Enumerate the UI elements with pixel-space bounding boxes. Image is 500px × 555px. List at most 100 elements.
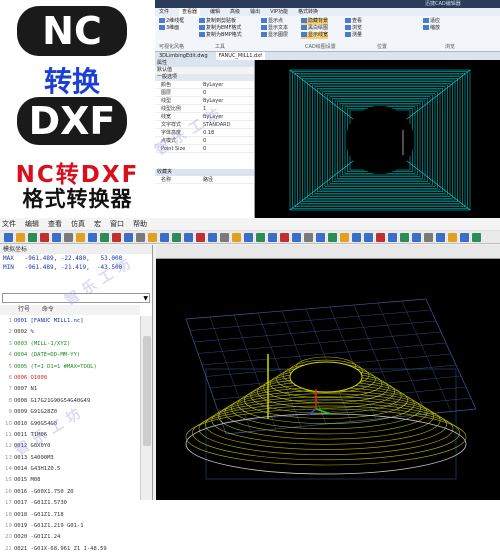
shaded-3d-button[interactable]: 3维面 <box>159 25 184 32</box>
toolbar-button[interactable] <box>16 233 25 242</box>
toolbar-button[interactable] <box>412 233 421 242</box>
toolbar-button[interactable] <box>160 233 169 242</box>
code-line[interactable]: 3 O003 (MILL-1/XYZ) <box>0 339 140 350</box>
code-line[interactable]: 21 O021 -G01X-68.961 Z1 J-48.59 <box>0 544 140 555</box>
code-line[interactable]: 16 O016 -G00X1.750 Z0 <box>0 487 140 498</box>
copy-emf-button[interactable]: 复制为EMF格式 <box>199 25 242 32</box>
copy-bmp-button[interactable]: 复制为BMP格式 <box>199 32 242 39</box>
toolbar-button[interactable] <box>28 233 37 242</box>
toolbar-button[interactable] <box>124 233 133 242</box>
show-points-button[interactable]: 显示点 <box>261 18 288 25</box>
menu-window[interactable]: 窗口 <box>110 218 124 230</box>
toolbar-button[interactable] <box>52 233 61 242</box>
measure-button[interactable]: 测量 <box>345 32 362 39</box>
property-row[interactable]: 字体高度 0.18 <box>155 129 254 137</box>
fit-button[interactable]: 适应 <box>423 18 440 25</box>
toolbar-button[interactable] <box>184 233 193 242</box>
code-line[interactable]: 9 O009 G91G28Z0 <box>0 407 140 418</box>
code-line[interactable]: 18 O018 -G01Z1.718 <box>0 510 140 521</box>
menu-simulate[interactable]: 仿真 <box>71 218 85 230</box>
view-button[interactable]: 查看 <box>345 18 362 25</box>
toolbar-button[interactable] <box>232 233 241 242</box>
property-row[interactable]: 颜色 ByLayer <box>155 81 254 89</box>
code-line[interactable]: 14 O014 G43H1Z0.5 <box>0 464 140 475</box>
tab-viewer[interactable]: 查看器 <box>179 8 201 16</box>
menu-help[interactable]: 帮助 <box>133 218 147 230</box>
tab-output[interactable]: 输出 <box>250 8 260 16</box>
property-row[interactable]: 线型 ByLayer <box>155 97 254 105</box>
file-tab-dxf[interactable]: FANUC_MILL1.dxf <box>215 52 265 60</box>
toolbar-button[interactable] <box>460 233 469 242</box>
toolbar-button[interactable] <box>364 233 373 242</box>
toolbar-button[interactable] <box>400 233 409 242</box>
copy-clipboard-button[interactable]: 复制到剪贴板 <box>199 18 242 25</box>
toolbar-button[interactable] <box>100 233 109 242</box>
toolbar-button[interactable] <box>340 233 349 242</box>
toolbar-button[interactable] <box>388 233 397 242</box>
code-line[interactable]: 19 O019 -G01Z1.219 G01-1 <box>0 521 140 532</box>
code-line[interactable]: 13 O013 S4000M3 <box>0 453 140 464</box>
tab-advanced[interactable]: 高级 <box>230 8 240 16</box>
scroll-thumb[interactable] <box>143 336 151 446</box>
tab-convert[interactable]: 格式转换 <box>298 8 318 16</box>
toolbar-button[interactable] <box>172 233 181 242</box>
code-line[interactable]: 12 O012 G0X0Y0 <box>0 441 140 452</box>
toolbar-button[interactable] <box>448 233 457 242</box>
menu-file[interactable]: 文件 <box>2 218 16 230</box>
menu-view[interactable]: 查看 <box>48 218 62 230</box>
show-layers-button[interactable]: 显示图层 <box>261 32 288 39</box>
code-line[interactable]: 5 O005 (T=1 D1=1 #MAX=TOOL) <box>0 362 140 373</box>
tab-file[interactable]: 文件 <box>159 8 169 16</box>
toolbar-button[interactable] <box>256 233 265 242</box>
toolbar-button[interactable] <box>112 233 121 242</box>
property-row[interactable]: 图层 0 <box>155 89 254 97</box>
property-row[interactable]: 点模式 0 <box>155 137 254 145</box>
wireframe-2d-button[interactable]: 2维线框 <box>159 18 184 25</box>
code-line[interactable]: 1 O001 [FANUC MILL1.nc] <box>0 316 140 328</box>
property-row[interactable]: 线型比例 1 <box>155 105 254 113</box>
toolbar-button[interactable] <box>88 233 97 242</box>
toolbar-button[interactable] <box>208 233 217 242</box>
show-lineweight-button[interactable]: 显示线宽 <box>301 32 329 39</box>
toolbar-button[interactable] <box>268 233 277 242</box>
menu-macro[interactable]: 宏 <box>94 218 101 230</box>
property-row[interactable]: 文字样式 STANDARD <box>155 121 254 129</box>
black-white-button[interactable]: 黑白绘图 <box>301 25 328 32</box>
show-text-button[interactable]: 显示文本 <box>261 25 288 32</box>
toolbar-button[interactable] <box>220 233 229 242</box>
code-line[interactable]: 4 O004 (DATE=DD-MM-YY) <box>0 350 140 361</box>
toolbar-button[interactable] <box>280 233 289 242</box>
toolbar-button[interactable] <box>472 233 481 242</box>
code-line[interactable]: 6 O006 O1000 <box>0 373 140 384</box>
code-scrollbar[interactable] <box>140 316 152 500</box>
toolbar-button[interactable] <box>328 233 337 242</box>
code-line[interactable]: 7 O007 N1 <box>0 384 140 395</box>
program-select[interactable]: ▼ <box>2 293 150 303</box>
hide-background-button[interactable]: 隐藏背景 <box>301 18 329 25</box>
property-row[interactable]: 线宽 ByLayer <box>155 113 254 121</box>
toolbar-button[interactable] <box>148 233 157 242</box>
toolbar-button[interactable] <box>424 233 433 242</box>
toolbar-button[interactable] <box>436 233 445 242</box>
menu-edit[interactable]: 编辑 <box>25 218 39 230</box>
toolbar-button[interactable] <box>292 233 301 242</box>
tab-vip[interactable]: VIP功能 <box>270 8 288 16</box>
toolbar-button[interactable] <box>136 233 145 242</box>
toolbar-button[interactable] <box>316 233 325 242</box>
tab-edit[interactable]: 编辑 <box>210 8 220 16</box>
toolbar-button[interactable] <box>376 233 385 242</box>
toolbar-button[interactable] <box>352 233 361 242</box>
cad-drawing-canvas[interactable] <box>255 60 500 218</box>
zoom-button[interactable]: 缩放 <box>423 25 440 32</box>
code-line[interactable]: 11 O011 T1M06 <box>0 430 140 441</box>
toolbar-button[interactable] <box>64 233 73 242</box>
toolbar-button[interactable] <box>304 233 313 242</box>
code-line[interactable]: 15 O015 M08 <box>0 475 140 486</box>
code-line[interactable]: 8 O008 G17G21G90G54G40G49 <box>0 396 140 407</box>
code-line[interactable]: 10 O010 G90G54G0 <box>0 419 140 430</box>
toolbar-button[interactable] <box>40 233 49 242</box>
browse-button[interactable]: 浏览 <box>345 25 362 32</box>
toolbar-button[interactable] <box>244 233 253 242</box>
property-row[interactable]: Point Size 0 <box>155 145 254 153</box>
nc-simulation-canvas[interactable] <box>156 259 500 500</box>
